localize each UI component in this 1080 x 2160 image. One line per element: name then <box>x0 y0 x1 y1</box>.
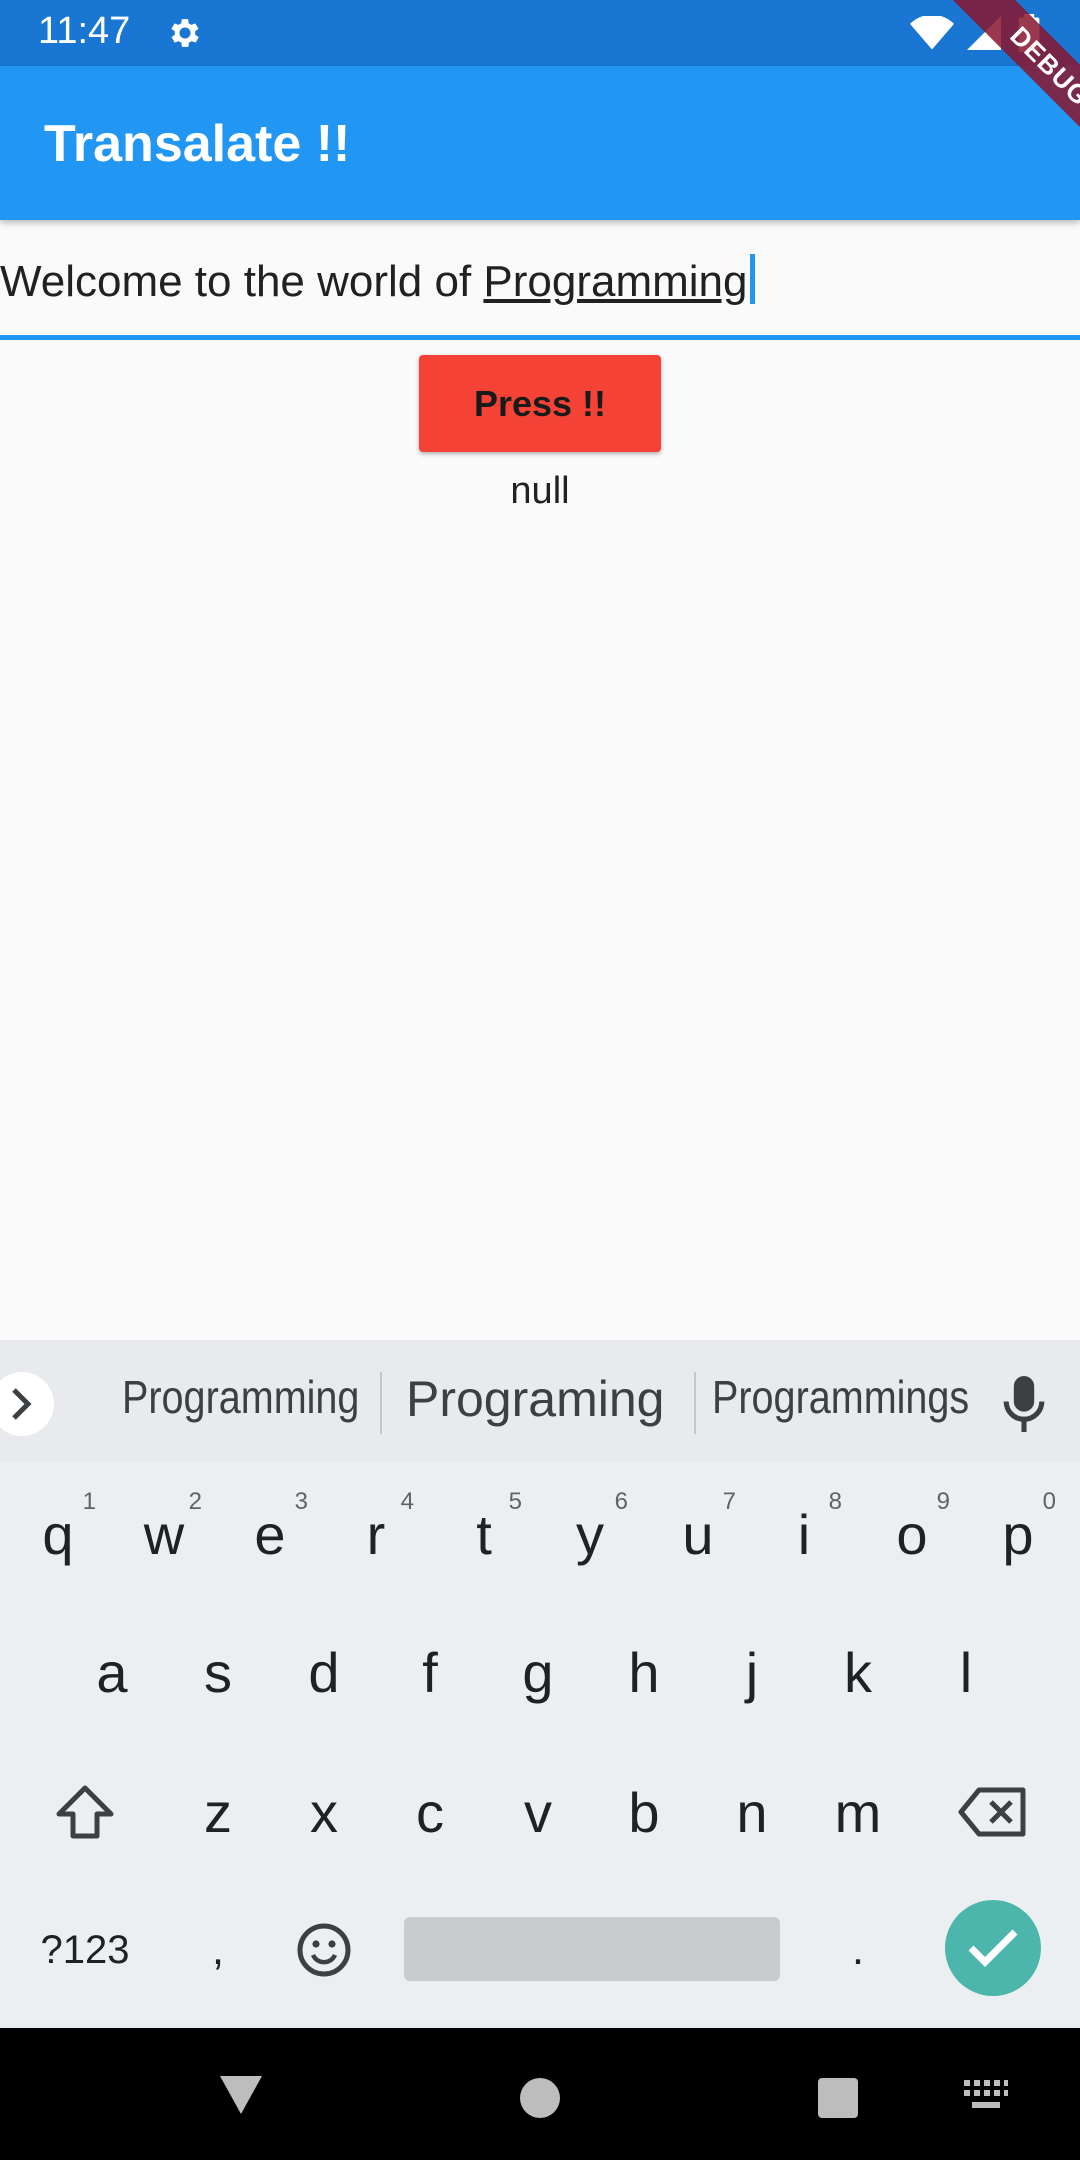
key-hint: 6 <box>614 1488 628 1515</box>
key-p[interactable]: p0 <box>966 1474 1070 1594</box>
key-hint: 9 <box>936 1488 950 1515</box>
press-button[interactable]: Press !! <box>419 355 661 452</box>
nav-home-icon[interactable] <box>520 2078 560 2118</box>
key-letter: e <box>254 1502 286 1566</box>
key-hint: 3 <box>294 1488 308 1515</box>
suggestion-3[interactable]: Programmings <box>712 1370 969 1424</box>
emoji-smiley-icon <box>297 1923 351 1977</box>
comma-key[interactable]: , <box>166 1890 270 2010</box>
chevron-right-icon <box>12 1388 32 1420</box>
key-a[interactable]: a <box>60 1612 164 1732</box>
key-t[interactable]: t5 <box>432 1474 536 1594</box>
enter-key[interactable] <box>945 1900 1041 1996</box>
keyboard-switch-icon[interactable] <box>962 2078 1010 2114</box>
key-hint: 0 <box>1042 1488 1056 1515</box>
nav-back-icon[interactable] <box>218 2072 264 2118</box>
result-text: null <box>510 470 570 512</box>
key-j[interactable]: j <box>700 1612 804 1732</box>
key-h[interactable]: h <box>592 1612 696 1732</box>
key-q[interactable]: q1 <box>6 1474 110 1594</box>
key-hint: 7 <box>722 1488 736 1515</box>
suggestion-2[interactable]: Programing <box>406 1370 664 1428</box>
key-letter: p <box>1002 1502 1034 1566</box>
key-o[interactable]: o9 <box>860 1474 964 1594</box>
key-i[interactable]: i8 <box>752 1474 856 1594</box>
debug-banner: DEBUG <box>914 0 1080 202</box>
key-f[interactable]: f <box>378 1612 482 1732</box>
period-key[interactable]: . <box>806 1890 910 2010</box>
key-letter: y <box>576 1502 604 1566</box>
space-bar[interactable] <box>404 1917 780 1981</box>
key-b[interactable]: b <box>592 1752 696 1872</box>
key-g[interactable]: g <box>486 1612 590 1732</box>
key-d[interactable]: d <box>272 1612 376 1732</box>
key-u[interactable]: u7 <box>646 1474 750 1594</box>
key-letter: w <box>143 1502 185 1566</box>
key-hint: 8 <box>828 1488 842 1515</box>
nav-recents-icon[interactable] <box>818 2078 858 2118</box>
key-hint: 2 <box>188 1488 202 1515</box>
key-y[interactable]: y6 <box>538 1474 642 1594</box>
key-v[interactable]: v <box>486 1752 590 1872</box>
system-nav-bar <box>0 2028 1080 2160</box>
suggestion-1[interactable]: Programming <box>122 1370 359 1424</box>
key-letter: u <box>682 1502 714 1566</box>
key-e[interactable]: e3 <box>218 1474 322 1594</box>
suggestion-bar: Programming Programing Programmings <box>0 1340 1080 1462</box>
key-z[interactable]: z <box>166 1752 270 1872</box>
text-cursor <box>749 254 755 304</box>
emoji-key[interactable] <box>272 1890 376 2010</box>
key-l[interactable]: l <box>914 1612 1018 1732</box>
key-letter: r <box>366 1502 386 1566</box>
key-hint: 4 <box>400 1488 414 1515</box>
backspace-key[interactable] <box>940 1752 1046 1872</box>
text-input-composing-word: Programming <box>483 257 748 306</box>
key-m[interactable]: m <box>806 1752 910 1872</box>
key-r[interactable]: r4 <box>324 1474 428 1594</box>
key-letter: o <box>896 1502 928 1566</box>
key-x[interactable]: x <box>272 1752 376 1872</box>
suggestion-divider <box>694 1372 696 1434</box>
shift-arrow-icon <box>56 1785 114 1839</box>
shift-key[interactable] <box>32 1752 138 1872</box>
symbols-key[interactable]: ?123 <box>32 1890 138 2010</box>
debug-banner-container: DEBUG <box>0 0 1080 220</box>
microphone-icon[interactable] <box>1002 1376 1046 1432</box>
key-hint: 5 <box>508 1488 522 1515</box>
key-w[interactable]: w2 <box>112 1474 216 1594</box>
key-s[interactable]: s <box>166 1612 270 1732</box>
expand-toolbar-button[interactable] <box>0 1372 54 1436</box>
key-letter: t <box>476 1502 492 1566</box>
key-letter: i <box>797 1502 811 1566</box>
suggestion-divider <box>380 1372 382 1434</box>
key-n[interactable]: n <box>700 1752 804 1872</box>
text-input-field[interactable]: Welcome to the world of Programming <box>0 222 1080 340</box>
key-k[interactable]: k <box>806 1612 910 1732</box>
checkmark-icon <box>968 1929 1018 1967</box>
backspace-icon <box>958 1787 1026 1837</box>
key-letter: q <box>42 1502 74 1566</box>
text-input-prefix: Welcome to the world of <box>0 257 484 306</box>
key-c[interactable]: c <box>378 1752 482 1872</box>
key-hint: 1 <box>82 1488 96 1515</box>
text-input-value[interactable]: Welcome to the world of Programming <box>0 254 755 307</box>
